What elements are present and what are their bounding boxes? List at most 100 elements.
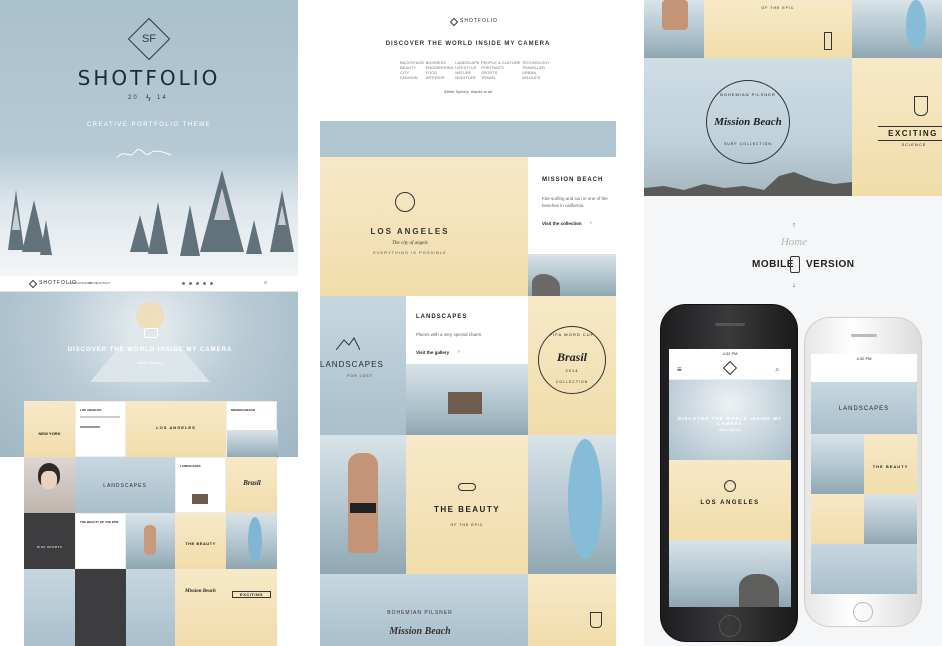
brasil-bottom: COLLECTION bbox=[555, 380, 589, 384]
top-label: OF THE EPIC bbox=[761, 6, 795, 10]
landscapes-link[interactable]: Visit the gallery bbox=[416, 350, 449, 355]
bottom-arc: BOHEMIAN PILSNER bbox=[387, 610, 453, 616]
desktop-preview-panel: SF SHOTFOLIO 20 ϟ 14 CREATIVE PORTFOLIO … bbox=[0, 0, 298, 646]
brand[interactable]: SHOTFOLIO bbox=[460, 18, 498, 24]
tile-landscapes[interactable]: LANDSCAPES bbox=[75, 457, 175, 513]
tile-beauty-top[interactable]: OF THE EPIC bbox=[704, 0, 852, 58]
menu-link[interactable]: FASHION bbox=[400, 75, 424, 80]
search-icon[interactable]: ⌕ bbox=[775, 365, 779, 375]
speaker bbox=[715, 323, 745, 326]
social-icon[interactable] bbox=[182, 282, 185, 285]
screen-tile-beauty[interactable]: THE BEAUTY bbox=[864, 434, 917, 494]
mission-card[interactable]: MISSION BEACH Kite surfing and sun in on… bbox=[528, 157, 616, 296]
year-left: 20 bbox=[128, 95, 139, 101]
hero-section: SF SHOTFOLIO 20 ϟ 14 CREATIVE PORTFOLIO … bbox=[0, 0, 298, 276]
tile-swimmer-top[interactable] bbox=[644, 0, 704, 58]
tile-link[interactable] bbox=[80, 426, 100, 428]
tile-mission-seal[interactable]: BOHEMIAN PILSNER Mission Beach bbox=[320, 574, 528, 646]
tile-landscapes-badge[interactable]: LANDSCAPES FOR LOST bbox=[320, 296, 406, 435]
screen-tile-swimmer[interactable] bbox=[811, 434, 864, 494]
tile-mission-small[interactable]: Mission Beach bbox=[175, 569, 226, 646]
tile-mission-text[interactable]: MISSION BEACH bbox=[226, 401, 278, 458]
status-time: 4:32 PM bbox=[722, 351, 738, 356]
screen-tile-sand[interactable] bbox=[811, 494, 864, 544]
screen-header: ≡ ⌕ bbox=[669, 358, 791, 380]
menu-column: LANDSCAPE LIFESTYLE NATURE NIGHTLIFE bbox=[455, 60, 479, 80]
surfboard-image bbox=[906, 0, 926, 50]
social-icon[interactable] bbox=[210, 282, 213, 285]
menu-link[interactable]: NIGHTLIFE bbox=[455, 75, 479, 80]
la-title: LOS ANGELES bbox=[370, 227, 450, 236]
mission-title: MISSION BEACH bbox=[542, 177, 604, 183]
tile-beauty[interactable]: THE BEAUTY OF THE EPIC bbox=[406, 435, 528, 574]
tile-sky-2[interactable] bbox=[126, 569, 175, 646]
menu-link[interactable]: TRAVEL bbox=[481, 75, 521, 80]
tile-sky[interactable] bbox=[24, 569, 75, 646]
beach-rocks-image bbox=[528, 254, 616, 296]
tile-surfboard-top[interactable] bbox=[852, 0, 942, 58]
home-button[interactable] bbox=[853, 602, 873, 622]
surfboard-image bbox=[248, 517, 262, 563]
tile-exciting[interactable]: EXCITING SCIENCE bbox=[852, 58, 942, 196]
mountain-image bbox=[90, 302, 210, 382]
arrow-right-icon[interactable]: › bbox=[590, 220, 592, 226]
tile-new-york[interactable]: NEW YORK bbox=[24, 401, 75, 457]
tile-swimmer[interactable] bbox=[320, 435, 406, 574]
tile-surfboard[interactable] bbox=[226, 513, 277, 569]
social-icon[interactable] bbox=[196, 282, 199, 285]
tile-beauty-text[interactable]: THE BEAUTY OF THE EPIC bbox=[75, 513, 126, 569]
screen-hero: DISCOVER THE WORLD INSIDE MY CAMERA Albe… bbox=[669, 380, 791, 460]
menu-column: TECHNOLOGY TRAVELLER URBAN WILDLIFE bbox=[522, 60, 550, 80]
search-icon[interactable]: ⌕ bbox=[264, 280, 267, 287]
screen-tile-landscapes[interactable]: LANDSCAPES bbox=[811, 382, 917, 434]
arrow-right-icon[interactable]: › bbox=[458, 349, 460, 355]
logo-icon bbox=[722, 360, 738, 376]
menu-icon[interactable]: ≡ bbox=[677, 365, 682, 374]
hut-beach-image bbox=[406, 364, 528, 435]
tile-los-angeles[interactable]: LOS ANGELES bbox=[126, 401, 226, 457]
home-button[interactable] bbox=[719, 615, 741, 637]
tile-flask[interactable] bbox=[528, 574, 616, 646]
screen-tile-la[interactable]: LOS ANGELES bbox=[669, 460, 791, 540]
landscapes-card[interactable]: LANDSCAPES Places with a very special ch… bbox=[406, 296, 528, 435]
tile-portrait[interactable] bbox=[24, 457, 75, 513]
tile-la-text[interactable]: LOS ANGELES bbox=[75, 401, 126, 457]
mission-bottom: SURF COLLECTION bbox=[724, 142, 772, 146]
social-icon[interactable] bbox=[203, 282, 206, 285]
arrow-down-icon: ↓ bbox=[792, 282, 796, 289]
text-line bbox=[80, 416, 120, 418]
exciting-title: EXCITING bbox=[878, 126, 942, 141]
screen-label: LOS ANGELES bbox=[700, 500, 760, 506]
social-icon[interactable] bbox=[189, 282, 192, 285]
landscapes-text: Places with a very special charm. bbox=[416, 332, 483, 337]
tile-los-angeles[interactable]: LOS ANGELES The city of angels EVERYTHIN… bbox=[320, 157, 528, 296]
bolt-icon: ϟ bbox=[146, 93, 151, 103]
black-phone: 4:32 PM ≡ ⌕ DISCOVER THE WORLD INSIDE MY… bbox=[660, 304, 798, 642]
logo-mark: SF bbox=[141, 33, 157, 45]
tile-beauty[interactable]: THE BEAUTY bbox=[175, 513, 226, 569]
screen-tile-sky[interactable] bbox=[811, 544, 917, 594]
mission-link[interactable]: Visit the collection bbox=[542, 221, 582, 226]
brasil-top: FIFA WORD CUP bbox=[549, 332, 595, 337]
menu-link[interactable]: INTERIOR bbox=[426, 75, 454, 80]
screen-tile-sea[interactable] bbox=[864, 494, 917, 544]
screen-tile-beach[interactable] bbox=[669, 540, 791, 607]
tile-swimmer[interactable] bbox=[126, 513, 175, 569]
exciting-sub: SCIENCE bbox=[901, 142, 927, 147]
menu-link[interactable]: WILDLIFE bbox=[522, 75, 550, 80]
tile-brasil[interactable]: FIFA WORD CUP Brasil 2014 COLLECTION bbox=[528, 296, 616, 435]
tile-surfboard[interactable] bbox=[528, 435, 616, 574]
nav-item-contact[interactable]: CONTACT bbox=[96, 281, 110, 285]
brasil-year: 2014 bbox=[565, 368, 579, 373]
mountain-icon bbox=[336, 337, 360, 350]
tile-mission-beach[interactable]: BOHEMIAN PILSNER Mission Beach SURF COLL… bbox=[644, 58, 852, 196]
tile-brasil[interactable]: Brasil bbox=[226, 457, 277, 513]
tile-exciting[interactable]: EXCITING bbox=[226, 569, 277, 646]
tile-landscapes-text[interactable]: LANDSCAPES bbox=[175, 457, 226, 513]
category-menu: BACKSTAGE BEAUTY CITY FASHION BUSINESS E… bbox=[400, 60, 550, 80]
beauty-sub: OF THE EPIC bbox=[450, 523, 484, 527]
hero-sub: Albert Spicery bbox=[137, 360, 163, 365]
tile-dark[interactable] bbox=[75, 569, 126, 646]
tile-risk-sports[interactable]: RISK SPORTS bbox=[24, 513, 75, 569]
logo-icon bbox=[449, 17, 459, 27]
